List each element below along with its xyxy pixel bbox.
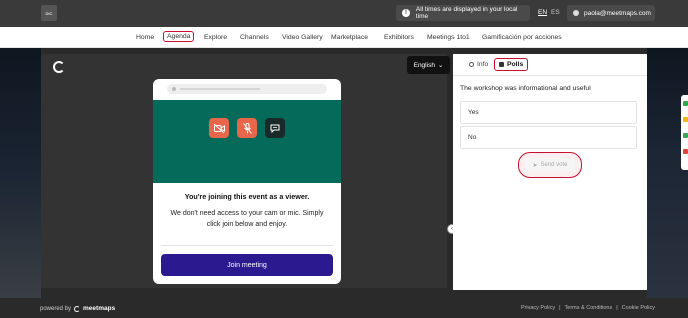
side-panel: Info Polls The workshop was informationa… bbox=[453, 54, 647, 290]
timezone-text: All times are displayed in your local ti… bbox=[415, 6, 518, 20]
background-image-right bbox=[647, 48, 688, 298]
send-vote-label: Send vote bbox=[540, 162, 568, 168]
tab-polls[interactable]: Polls bbox=[494, 58, 529, 71]
brand-name: meetmaps bbox=[83, 305, 116, 312]
event-logo[interactable]: DIC bbox=[41, 5, 57, 21]
meetmaps-logo-icon bbox=[74, 305, 81, 312]
tab-polls-label: Polls bbox=[507, 61, 524, 68]
poll-option-no[interactable]: No bbox=[460, 126, 637, 149]
star-icon[interactable] bbox=[683, 117, 688, 122]
send-icon: ➤ bbox=[532, 162, 538, 169]
send-vote-button[interactable]: ➤ Send vote bbox=[525, 158, 575, 172]
language-select[interactable]: English ⌄ bbox=[407, 56, 450, 74]
separator: | bbox=[559, 305, 561, 311]
nav-agenda[interactable]: Agenda bbox=[163, 31, 195, 42]
chat-bubble-icon[interactable] bbox=[683, 101, 688, 106]
panel-tabs: Info Polls bbox=[453, 54, 647, 76]
nav-meetings[interactable]: Meetings 1to1 bbox=[427, 34, 470, 41]
lang-en-link[interactable]: EN bbox=[538, 9, 547, 16]
poll-question: The workshop was informational and usefu… bbox=[460, 85, 591, 92]
nav-explore[interactable]: Explore bbox=[204, 34, 227, 41]
camera-off-icon[interactable] bbox=[209, 118, 229, 138]
nav-marketplace[interactable]: Marketplace bbox=[331, 34, 368, 41]
terms-link[interactable]: Terms & Conditions bbox=[565, 305, 613, 311]
nav-gamification[interactable]: Gamificación por acciones bbox=[482, 34, 562, 41]
chevron-down-icon: ⌄ bbox=[437, 62, 444, 69]
powered-by-text: powered by bbox=[40, 305, 72, 312]
chat-icon[interactable] bbox=[265, 118, 285, 138]
timezone-notice: ! All times are displayed in your local … bbox=[396, 5, 530, 21]
mic-off-icon[interactable] bbox=[237, 118, 257, 138]
send-vote-highlight: ➤ Send vote bbox=[518, 152, 582, 178]
video-preview bbox=[153, 100, 341, 183]
main-nav: Home Agenda Explore Channels Video Galle… bbox=[0, 27, 688, 48]
nav-video-gallery[interactable]: Video Gallery bbox=[282, 34, 323, 41]
floating-toolbar bbox=[681, 95, 688, 170]
divider bbox=[161, 245, 333, 246]
powered-by: powered by meetmaps bbox=[40, 305, 115, 312]
tab-info[interactable]: Info bbox=[469, 61, 488, 68]
poll-icon bbox=[499, 62, 504, 67]
lang-es-link[interactable]: ES bbox=[551, 9, 560, 16]
nav-home[interactable]: Home bbox=[136, 34, 154, 41]
separator: | bbox=[616, 305, 618, 311]
privacy-policy-link[interactable]: Privacy Policy bbox=[521, 305, 555, 311]
info-icon bbox=[469, 62, 474, 67]
streaming-logo-icon bbox=[53, 61, 65, 73]
heart-icon[interactable] bbox=[683, 149, 688, 154]
info-icon: ! bbox=[402, 9, 410, 17]
background-image-left bbox=[0, 48, 41, 298]
footer-links: Privacy Policy | Terms & Conditions | Co… bbox=[521, 305, 655, 311]
browser-bar bbox=[167, 84, 327, 94]
user-icon bbox=[573, 10, 579, 16]
viewer-description: We don't need access to your cam or mic.… bbox=[170, 210, 324, 228]
language-label: English bbox=[413, 61, 435, 69]
user-menu[interactable]: paola@meetmaps.com bbox=[567, 5, 655, 21]
footer: powered by meetmaps Privacy Policy | Ter… bbox=[0, 298, 688, 318]
join-meeting-button[interactable]: Join meeting bbox=[161, 254, 333, 276]
poll-option-yes[interactable]: Yes bbox=[460, 101, 637, 124]
join-card: You're joining this event as a viewer. W… bbox=[153, 79, 341, 284]
nav-channels[interactable]: Channels bbox=[240, 34, 269, 41]
thumb-icon[interactable] bbox=[683, 133, 688, 138]
user-email: paola@meetmaps.com bbox=[584, 9, 651, 17]
cookie-policy-link[interactable]: Cookie Policy bbox=[622, 305, 655, 311]
viewer-title: You're joining this event as a viewer. bbox=[184, 192, 310, 201]
top-bar: DIC ! All times are displayed in your lo… bbox=[0, 0, 688, 27]
nav-exhibitors[interactable]: Exhibitors bbox=[384, 34, 414, 41]
tab-info-label: Info bbox=[477, 61, 489, 68]
